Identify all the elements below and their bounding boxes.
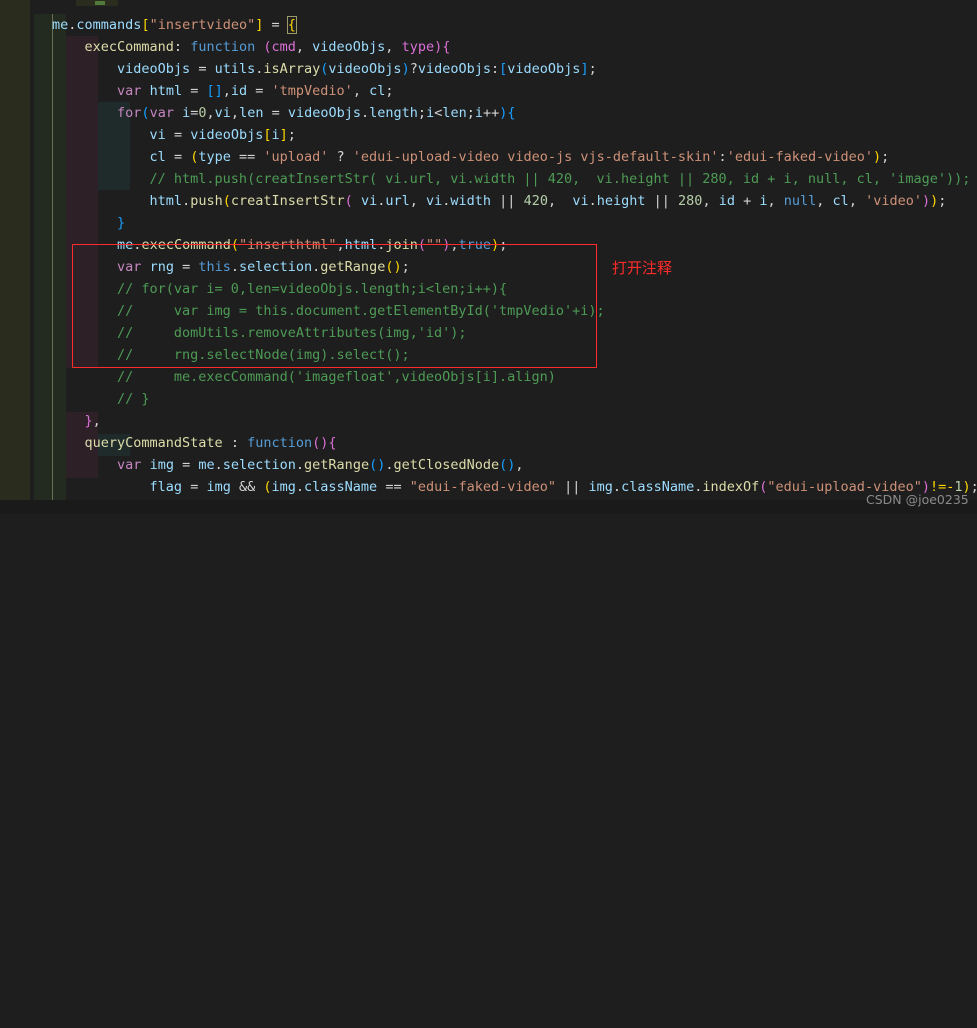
csdn-watermark: CSDN @joe0235 [866,492,969,507]
code-text-layer-tail[interactable] [0,0,977,514]
annotation-label: 打开注释 [612,259,673,277]
code-editor[interactable]: me.commands["insertvideo"] = { execComma… [0,0,977,514]
